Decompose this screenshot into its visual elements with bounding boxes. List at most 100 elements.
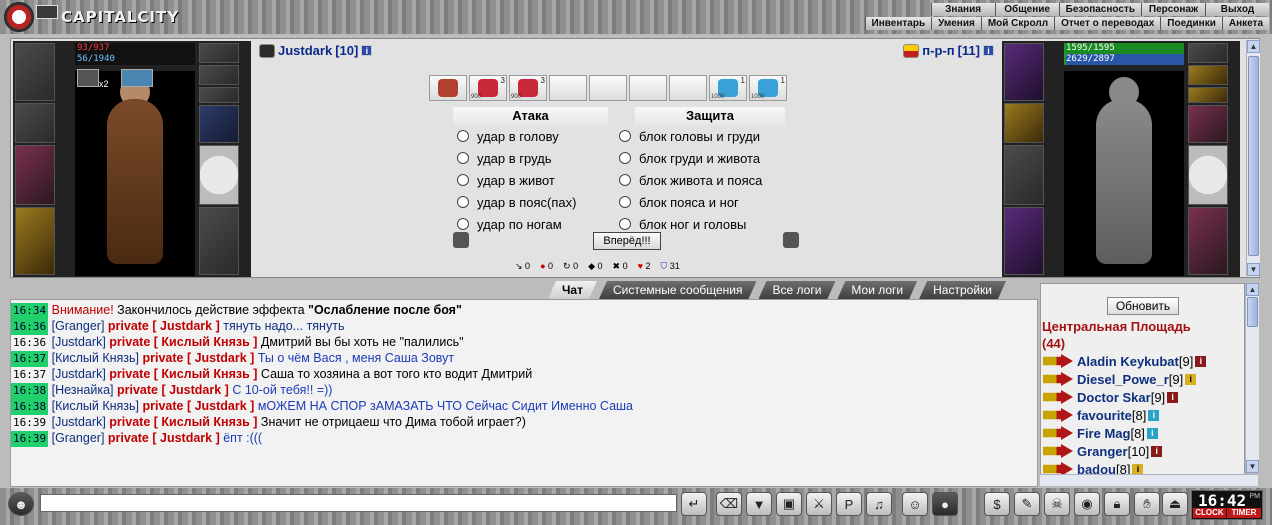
tab-chat[interactable]: Чат (548, 281, 597, 299)
message-author[interactable]: [Кислый Князь] (52, 351, 143, 365)
defense-option-head-chest[interactable]: блок головы и груди (619, 125, 760, 147)
message-author[interactable]: [Кислый Князь] (52, 399, 143, 413)
menu-character[interactable]: Персонаж (1141, 3, 1205, 16)
info-icon[interactable]: i (1132, 463, 1144, 475)
attack-option-waist[interactable]: удар в пояс(пах) (457, 191, 576, 213)
menu-communication[interactable]: Общение (994, 3, 1059, 16)
message-time[interactable]: 16:36 (11, 319, 49, 335)
ring-slot-3[interactable] (199, 87, 239, 103)
clock-label[interactable]: CLOCK (1193, 508, 1226, 518)
private-arrow-icon[interactable] (1043, 426, 1073, 440)
tab-settings[interactable]: Настройки (919, 281, 1006, 299)
right-name[interactable]: п-р-п (922, 43, 954, 58)
go-button[interactable]: Вперёд!!! (593, 232, 661, 250)
scroll-up-icon[interactable]: ▲ (1246, 283, 1259, 296)
menu-skills[interactable]: Умения (931, 17, 981, 30)
message-time[interactable]: 16:37 (11, 367, 48, 383)
scroll-slot[interactable] (549, 75, 587, 101)
camera-icon[interactable]: ◉ (1074, 492, 1100, 516)
private-target[interactable]: private [ Justdark ] (142, 351, 257, 365)
scroll-slot[interactable] (429, 75, 467, 101)
user-list-item[interactable]: favourite [8] i (1043, 406, 1160, 424)
scroll-slot[interactable]: 3 900 (469, 75, 507, 101)
private-target[interactable]: private [ Justdark ] (142, 399, 257, 413)
bracer-slot[interactable] (1004, 103, 1044, 143)
scroll-slot[interactable]: 3 900 (509, 75, 547, 101)
message-time[interactable]: 16:39 (11, 415, 48, 431)
tab-system-messages[interactable]: Системные сообщения (599, 281, 757, 299)
tab-my-logs[interactable]: Мои логи (837, 281, 917, 299)
message-author[interactable]: [Granger] (52, 431, 108, 445)
ring-slot-2[interactable] (199, 65, 239, 85)
scroll-thumb[interactable] (1247, 297, 1258, 327)
message-time[interactable]: 16:38 (11, 383, 49, 399)
eraser-icon[interactable]: ⌫ (716, 492, 742, 516)
attack-option-belly[interactable]: удар в живот (457, 169, 555, 191)
exit-icon[interactable]: ⏏ (1162, 492, 1188, 516)
info-icon[interactable]: i (361, 45, 373, 56)
private-arrow-icon[interactable] (1043, 354, 1073, 368)
save-icon[interactable]: ▣ (776, 492, 802, 516)
menu-security[interactable]: Безопасность (1058, 3, 1141, 16)
user-list-item[interactable]: Granger [10] i (1043, 442, 1163, 460)
filter-icon[interactable]: ▼ (746, 492, 772, 516)
defense-option-waist-legs[interactable]: блок пояса и ног (619, 191, 739, 213)
armor-slot[interactable] (15, 207, 55, 275)
effect-icon[interactable] (121, 69, 153, 87)
message-time[interactable]: 16:37 (11, 351, 49, 367)
message-author[interactable]: [Незнайка] (52, 383, 117, 397)
chat-input[interactable] (40, 494, 677, 512)
info-icon[interactable]: i (983, 45, 994, 56)
scroll-icon[interactable]: ✎ (1014, 492, 1040, 516)
menu-profile[interactable]: Анкета (1221, 17, 1269, 30)
refresh-button[interactable]: Обновить (1107, 297, 1179, 315)
weapon-slot[interactable] (15, 145, 55, 205)
send-icon[interactable]: ↵ (681, 492, 707, 516)
timer-label[interactable]: TIMER (1227, 508, 1261, 518)
message-author[interactable]: [Justdark] (52, 415, 110, 429)
scroll-slot[interactable]: 1 1000 (749, 75, 787, 101)
private-icon[interactable]: P (836, 492, 862, 516)
private-target[interactable]: private [ Justdark ] (108, 431, 223, 445)
user-name[interactable]: Fire Mag (1077, 426, 1130, 441)
scroll-slot[interactable]: 1 1000 (709, 75, 747, 101)
info-icon[interactable]: i (1148, 409, 1160, 421)
private-arrow-icon[interactable] (1043, 372, 1073, 386)
attack-option-head[interactable]: удар в голову (457, 125, 559, 147)
defense-option-belly-waist[interactable]: блок живота и пояса (619, 169, 762, 191)
scroll-up-icon[interactable]: ▲ (1247, 40, 1260, 53)
shield-slot[interactable] (1188, 145, 1228, 205)
helmet-icon[interactable]: ● (932, 492, 958, 516)
menu-transfer-report[interactable]: Отчет о переводах (1054, 17, 1161, 30)
message-author[interactable]: тянуть надо... тянуть (223, 319, 344, 333)
message-time[interactable]: 16:34 (11, 303, 49, 319)
buff-icon[interactable] (77, 69, 99, 87)
cancel-icon[interactable] (453, 232, 469, 248)
user-list-item[interactable]: Fire Mag [8] i (1043, 424, 1158, 442)
menu-my-scroll[interactable]: Мой Скролл (980, 17, 1055, 30)
scroll-slot[interactable] (589, 75, 627, 101)
message-time[interactable]: 16:39 (11, 431, 49, 447)
boots-slot[interactable] (199, 207, 239, 275)
skull-icon[interactable]: ☠ (1044, 492, 1070, 516)
menu-duels[interactable]: Поединки (1160, 17, 1222, 30)
online-horizontal-scrollbar[interactable] (1040, 474, 1258, 486)
left-name[interactable]: Justdark (278, 43, 332, 58)
ring-slot-3[interactable] (1188, 87, 1228, 103)
fight-icon[interactable]: ⚔ (806, 492, 832, 516)
private-target[interactable]: private [ Justdark ] (108, 319, 223, 333)
private-target[interactable]: private [ Кислый Князь ] (109, 367, 261, 381)
shield-slot[interactable] (199, 145, 239, 205)
info-icon[interactable]: i (1195, 355, 1207, 367)
bag-icon[interactable]: $ (984, 492, 1010, 516)
battle-scrollbar[interactable]: ▲ ▼ (1246, 40, 1260, 276)
private-arrow-icon[interactable] (1043, 408, 1073, 422)
menu-exit[interactable]: Выход (1205, 3, 1269, 16)
smiley-icon[interactable]: ☻ (8, 492, 34, 516)
helmet-slot[interactable] (1004, 43, 1044, 101)
weapon-slot[interactable] (1004, 145, 1044, 205)
scroll-down-icon[interactable]: ▼ (1247, 263, 1260, 276)
info-icon[interactable]: i (1185, 373, 1197, 385)
menu-inventory[interactable]: Инвентарь (864, 17, 932, 30)
private-target[interactable]: private [ Кислый Князь ] (109, 335, 261, 349)
